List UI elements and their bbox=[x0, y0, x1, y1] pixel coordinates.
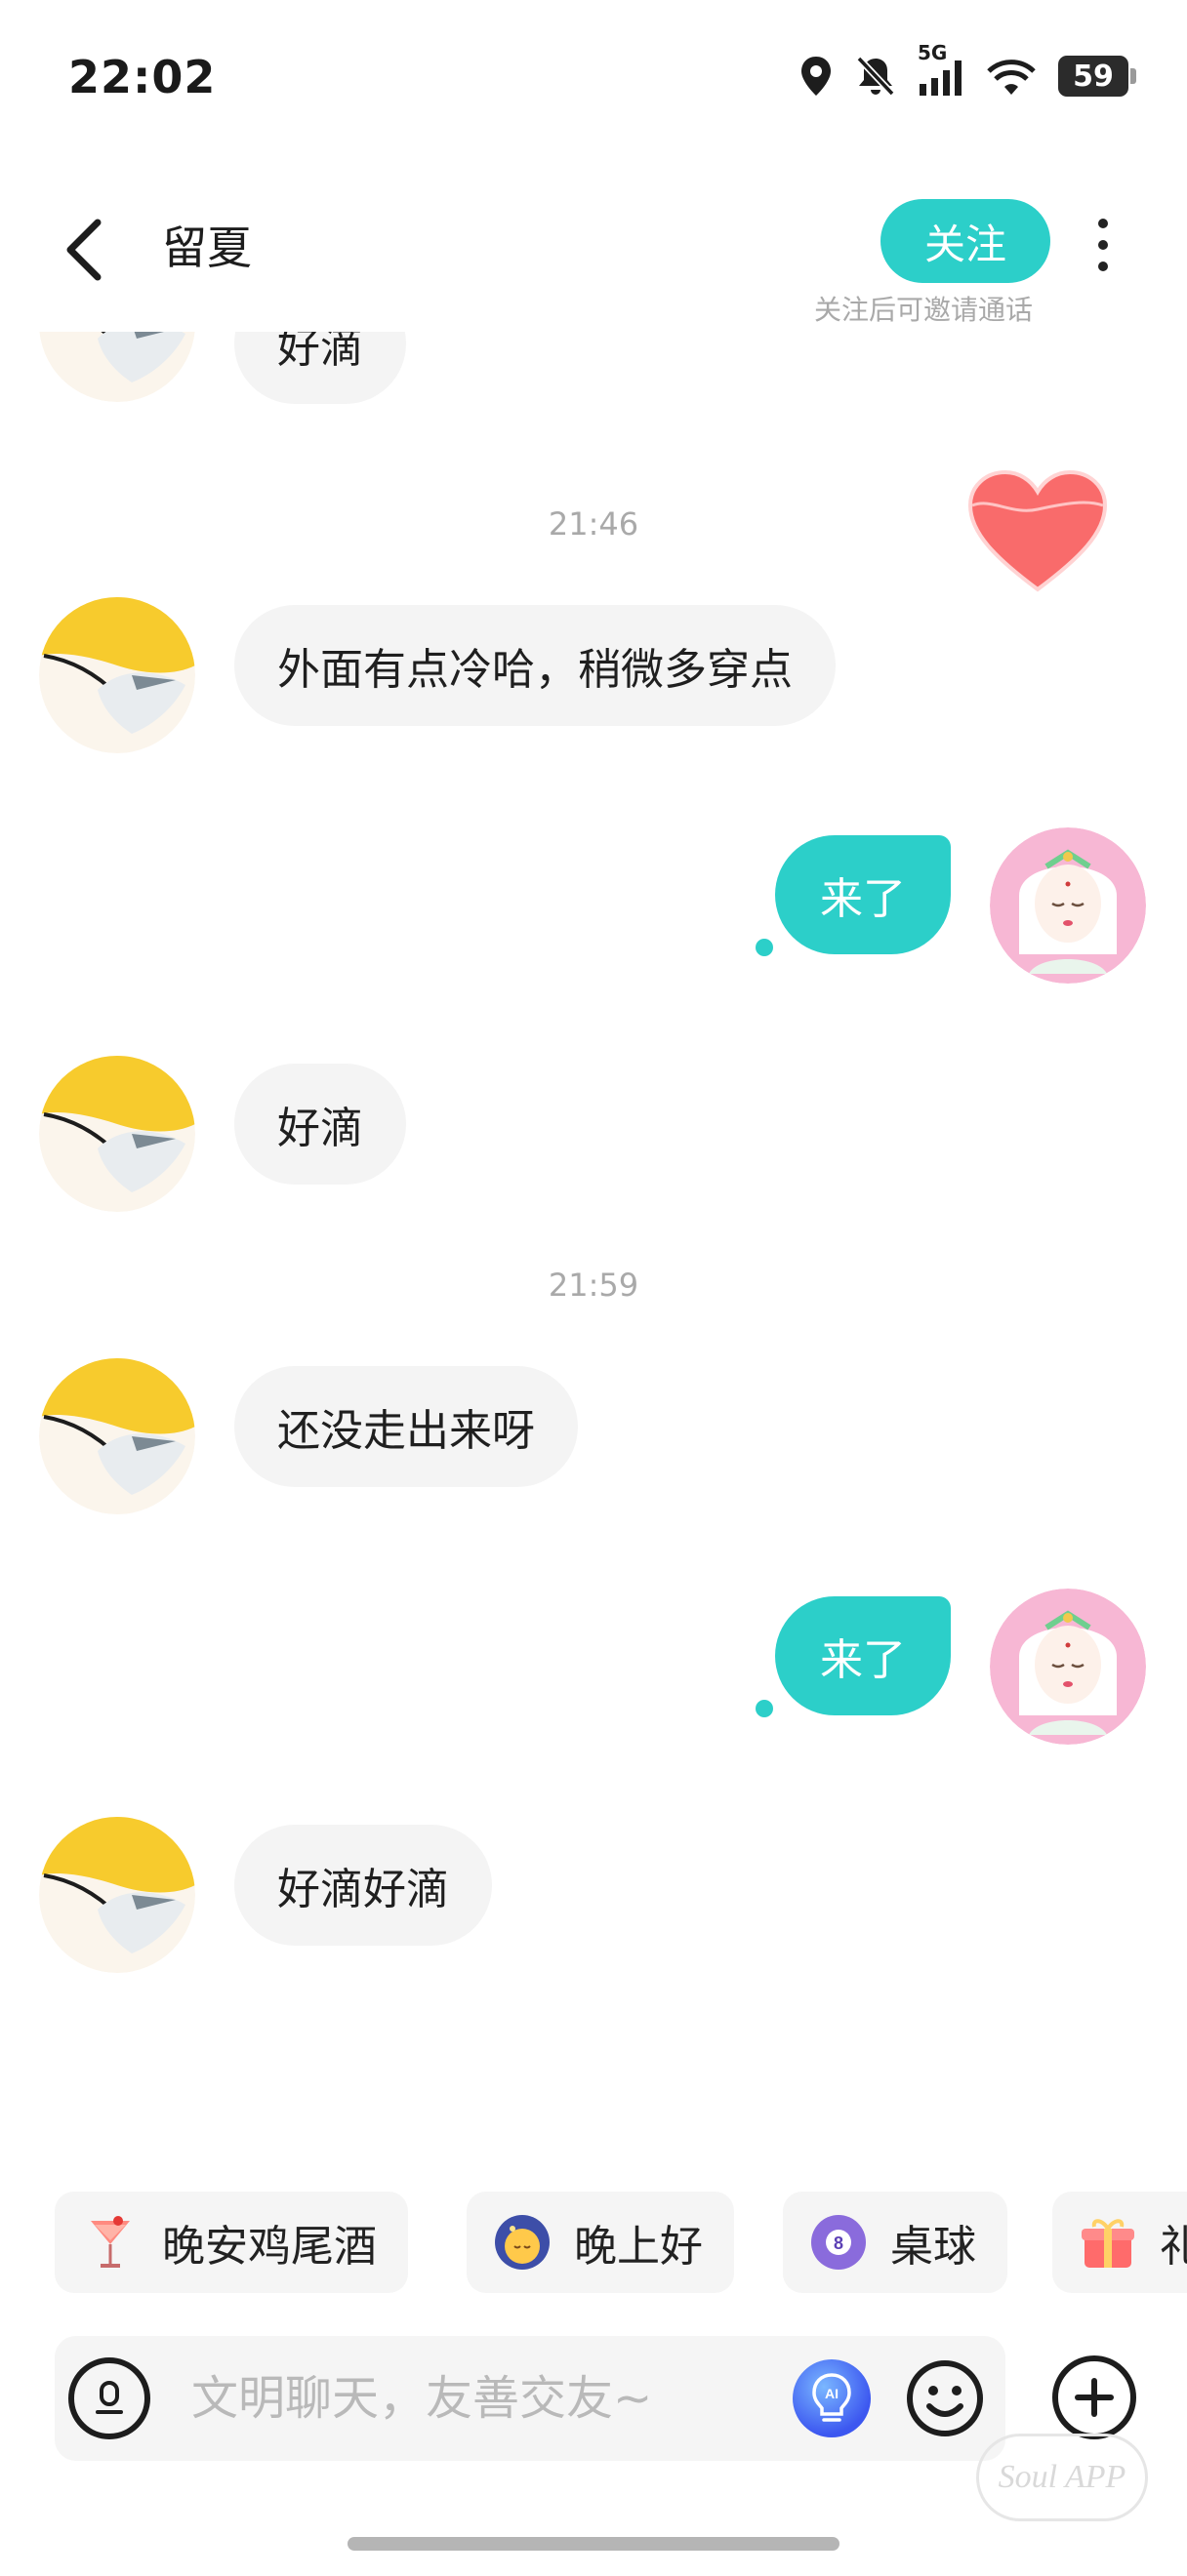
heart-icon bbox=[967, 469, 1108, 592]
microphone-icon bbox=[96, 2381, 123, 2414]
follow-button[interactable]: 关注 bbox=[880, 199, 1050, 283]
message-bubble-received[interactable]: 好滴好滴 bbox=[234, 1825, 492, 1946]
read-status-dot bbox=[756, 939, 773, 956]
read-status-dot bbox=[756, 1700, 773, 1717]
chevron-left-icon bbox=[66, 219, 102, 281]
svg-text:8: 8 bbox=[834, 2234, 843, 2253]
message-input[interactable] bbox=[191, 2365, 738, 2432]
quick-reply-chip[interactable]: 8 桌球 bbox=[783, 2192, 1007, 2293]
quick-reply-chip[interactable]: 礼 bbox=[1052, 2192, 1187, 2293]
emoji-button[interactable] bbox=[904, 2357, 986, 2439]
battery-level: 59 bbox=[1073, 59, 1114, 94]
more-dot bbox=[1098, 262, 1108, 271]
contact-avatar[interactable] bbox=[39, 332, 195, 402]
message-list[interactable]: 好滴 21:46 外面有点冷哈，稍微多穿点 来了 好滴 21:59 还没走出来呀… bbox=[0, 332, 1187, 2166]
battery-icon: 59 bbox=[1058, 56, 1136, 97]
billiard-ball-icon: 8 bbox=[808, 2212, 869, 2273]
more-options-button[interactable] bbox=[1084, 211, 1123, 279]
svg-text:AI: AI bbox=[825, 2386, 839, 2401]
quick-reply-bar[interactable]: 晚安鸡尾酒 晚上好 8 桌球 礼 bbox=[0, 2192, 1187, 2293]
quick-reply-label: 晚安鸡尾酒 bbox=[162, 2222, 377, 2272]
my-avatar[interactable] bbox=[990, 1589, 1146, 1745]
follow-hint: 关注后可邀请通话 bbox=[814, 294, 1034, 326]
signal-icon: 5G bbox=[918, 41, 964, 98]
location-icon bbox=[798, 55, 834, 98]
quick-reply-label: 桌球 bbox=[890, 2222, 976, 2272]
quick-reply-chip[interactable]: 晚上好 bbox=[467, 2192, 734, 2293]
network-label: 5G bbox=[918, 41, 948, 64]
quick-reply-label: 晚上好 bbox=[574, 2222, 703, 2272]
message-bubble-sent[interactable]: 来了 bbox=[775, 1596, 951, 1715]
more-dot bbox=[1098, 240, 1108, 250]
moon-face-icon bbox=[492, 2212, 553, 2273]
message-bubble-sent[interactable]: 来了 bbox=[775, 835, 951, 954]
contact-avatar[interactable] bbox=[39, 597, 195, 753]
back-button[interactable] bbox=[55, 211, 113, 289]
chat-header: 留夏 关注 关注后可邀请通话 bbox=[0, 185, 1187, 332]
message-bubble-received[interactable]: 好滴 bbox=[234, 1064, 406, 1185]
bell-muted-icon bbox=[855, 55, 896, 98]
status-icons: 5G 59 bbox=[798, 41, 1136, 98]
voice-button[interactable] bbox=[68, 2357, 150, 2439]
chat-title: 留夏 bbox=[162, 221, 252, 274]
contact-avatar[interactable] bbox=[39, 1817, 195, 1973]
message-bubble-received[interactable]: 还没走出来呀 bbox=[234, 1366, 578, 1487]
my-avatar[interactable] bbox=[990, 827, 1146, 984]
message-bubble-received[interactable]: 外面有点冷哈，稍微多穿点 bbox=[234, 605, 836, 726]
quick-reply-chip[interactable]: 晚安鸡尾酒 bbox=[55, 2192, 408, 2293]
contact-avatar[interactable] bbox=[39, 1056, 195, 1212]
ai-bulb-icon: AI bbox=[812, 2373, 851, 2422]
smiley-icon bbox=[907, 2360, 983, 2436]
cocktail-icon bbox=[80, 2212, 141, 2273]
home-indicator[interactable] bbox=[348, 2537, 839, 2551]
ai-assistant-button[interactable]: AI bbox=[793, 2359, 871, 2437]
quick-reply-label: 礼 bbox=[1160, 2222, 1187, 2272]
input-bar: AI bbox=[55, 2336, 1005, 2461]
wifi-icon bbox=[986, 56, 1037, 97]
status-time: 22:02 bbox=[68, 51, 217, 103]
app-watermark: Soul APP bbox=[976, 2434, 1148, 2521]
plus-icon bbox=[1075, 2378, 1114, 2417]
message-bubble-received[interactable]: 好滴 bbox=[234, 332, 406, 404]
status-bar: 22:02 5G 59 bbox=[0, 0, 1187, 166]
gift-icon bbox=[1078, 2212, 1138, 2273]
message-timestamp: 21:59 bbox=[548, 1267, 639, 1304]
more-actions-button[interactable] bbox=[1052, 2355, 1136, 2439]
contact-avatar[interactable] bbox=[39, 1358, 195, 1514]
more-dot bbox=[1098, 219, 1108, 228]
